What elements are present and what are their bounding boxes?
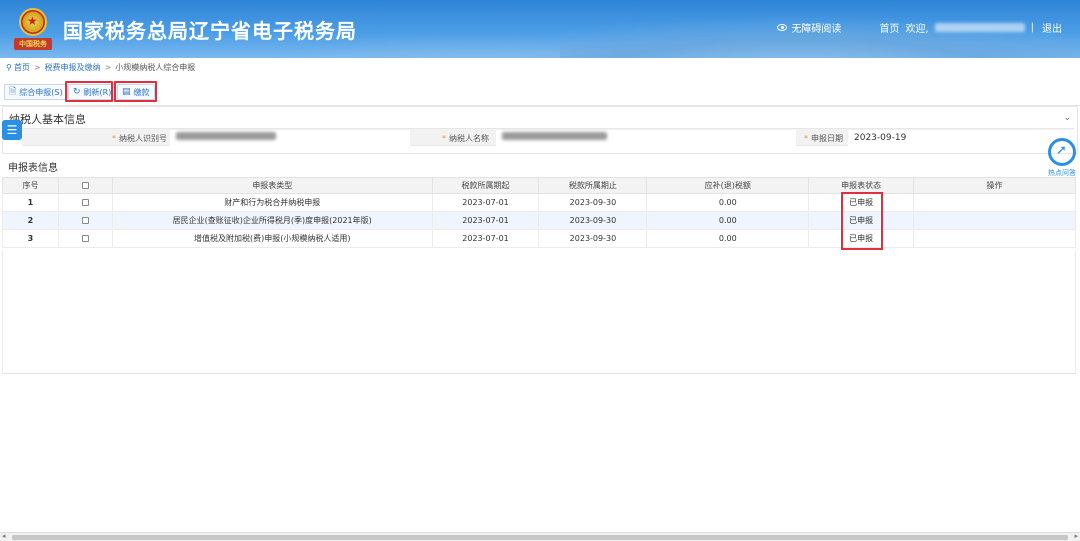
horizontal-scrollbar[interactable]: ◂ ▸ — [0, 532, 1080, 541]
row-type: 增值税及附加税(费)申报(小规模纳税人适用) — [111, 229, 433, 248]
declare-date-label: * 申报日期 — [804, 134, 843, 143]
row-select[interactable] — [57, 211, 113, 230]
toolbar: 🗎 综合申报(S) ↻ 刷新(R) ▤ 缴款 — [0, 78, 1080, 106]
table-row[interactable]: 2 居民企业(查账征收)企业所得税月(季)度申报(2021年版) 2023-07… — [2, 211, 1076, 230]
taxpayer-id-field — [170, 130, 410, 146]
document-icon: 🗎 — [9, 87, 17, 97]
scrollbar-thumb[interactable] — [12, 535, 1068, 540]
row-no: 2 — [2, 211, 59, 230]
row-select[interactable] — [57, 229, 113, 248]
comprehensive-declare-button[interactable]: 🗎 综合申报(S) — [4, 84, 68, 100]
col-header-start[interactable]: 税款所属期起 — [431, 177, 540, 194]
breadcrumb-tax-declaration[interactable]: 税费申报及缴纳 — [45, 62, 101, 73]
select-all-checkbox[interactable] — [81, 182, 89, 189]
table-row[interactable]: 3 增值税及附加税(费)申报(小规模纳税人适用) 2023-07-01 2023… — [2, 229, 1076, 248]
taxpayer-name-label: * 纳税人名称 — [442, 134, 489, 143]
scroll-right-arrow-icon[interactable]: ▸ — [1074, 532, 1078, 540]
col-header-operation[interactable]: 操作 — [913, 177, 1076, 194]
table-empty-area — [2, 250, 1076, 374]
refresh-highlight-box — [65, 81, 113, 102]
taxpayer-name-redacted — [502, 132, 607, 140]
eye-icon — [777, 24, 788, 31]
row-amount: 0.00 — [646, 193, 810, 212]
accessibility-link[interactable]: 无障碍阅读 — [791, 20, 841, 35]
row-amount: 0.00 — [646, 211, 810, 230]
header-user-area: 无障碍阅读 首页 欢迎, | 退出 — [771, 20, 1062, 35]
row-end: 2023-09-30 — [538, 229, 648, 248]
table-header-row: 序号 申报表类型 税款所属期起 税款所属期止 应补(退)税额 申报表状态 操作 — [2, 177, 1076, 194]
declare-label: 综合申报(S) — [19, 87, 63, 97]
row-operation[interactable] — [913, 229, 1076, 248]
row-checkbox[interactable] — [81, 217, 89, 224]
pay-highlight-box — [114, 81, 157, 102]
col-header-no[interactable]: 序号 — [2, 177, 59, 194]
user-name-redacted — [934, 23, 1025, 32]
welcome-text: 欢迎, — [905, 24, 929, 35]
col-header-amount[interactable]: 应补(退)税额 — [646, 177, 810, 194]
row-type: 居民企业(查账征收)企业所得税月(季)度申报(2021年版) — [111, 211, 433, 230]
emblem-text: 中国税务 — [14, 38, 52, 50]
site-header: ★ 中国税务 国家税务总局辽宁省电子税务局 无障碍阅读 首页 欢迎, | 退出 — [0, 0, 1080, 58]
declare-date-field: 2023-09-19 — [848, 130, 1074, 146]
status-highlight-box — [841, 192, 883, 250]
row-end: 2023-09-30 — [538, 211, 648, 230]
home-link[interactable]: 首页 — [879, 20, 899, 35]
row-no: 1 — [2, 193, 59, 212]
row-amount: 0.00 — [646, 229, 810, 248]
breadcrumb: ⚲ 首页 > 税费申报及缴纳 > 小规模纳税人综合申报 — [6, 62, 195, 73]
cursor-click-icon — [1048, 138, 1076, 166]
taxpayer-info-row: * 纳税人识别号 * 纳税人名称 * 申报日期 2023-09-19 — [22, 128, 1074, 146]
tax-emblem-logo: ★ 中国税务 — [14, 8, 52, 52]
logout-link[interactable]: 退出 — [1042, 20, 1062, 35]
row-start: 2023-07-01 — [431, 211, 540, 230]
hot-qa-widget[interactable]: 热点问答 — [1046, 138, 1078, 182]
row-checkbox[interactable] — [81, 199, 89, 206]
col-header-select[interactable] — [57, 177, 113, 194]
breadcrumb-home[interactable]: 首页 — [14, 62, 30, 73]
row-operation[interactable] — [913, 211, 1076, 230]
row-type: 财产和行为税合并纳税申报 — [111, 193, 433, 212]
report-section-title: 申报表信息 — [8, 163, 58, 174]
row-start: 2023-07-01 — [431, 193, 540, 212]
row-end: 2023-09-30 — [538, 193, 648, 212]
scroll-left-arrow-icon[interactable]: ◂ — [2, 532, 6, 540]
table-row[interactable]: 1 财产和行为税合并纳税申报 2023-07-01 2023-09-30 0.0… — [2, 193, 1076, 212]
taxpayer-name-field — [496, 130, 796, 146]
row-no: 3 — [2, 229, 59, 248]
row-select[interactable] — [57, 193, 113, 212]
header-divider: | — [1030, 22, 1034, 33]
menu-icon[interactable]: ☰ — [2, 120, 22, 140]
breadcrumb-separator: > — [33, 63, 41, 72]
collapse-icon[interactable]: ⌄ — [1063, 113, 1071, 123]
col-header-end[interactable]: 税款所属期止 — [538, 177, 648, 194]
location-pin-icon: ⚲ — [6, 63, 12, 72]
row-operation[interactable] — [913, 193, 1076, 212]
row-checkbox[interactable] — [81, 235, 89, 242]
breadcrumb-separator: > — [104, 63, 112, 72]
taxpayer-id-label: * 纳税人识别号 — [112, 134, 167, 143]
taxpayer-id-redacted — [176, 132, 276, 140]
breadcrumb-current: 小规模纳税人综合申报 — [115, 63, 196, 72]
row-start: 2023-07-01 — [431, 229, 540, 248]
report-table: 序号 申报表类型 税款所属期起 税款所属期止 应补(退)税额 申报表状态 操作 … — [2, 177, 1076, 248]
col-header-type[interactable]: 申报表类型 — [111, 177, 433, 194]
site-title: 国家税务总局辽宁省电子税务局 — [63, 19, 357, 43]
